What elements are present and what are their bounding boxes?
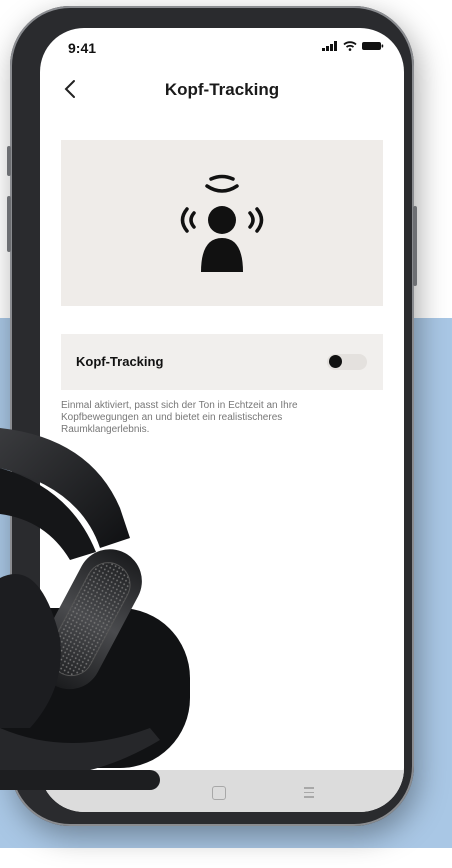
home-icon[interactable]	[212, 786, 226, 800]
toggle-knob	[329, 355, 342, 368]
setting-label: Kopf-Tracking	[76, 354, 164, 369]
mute-switch	[7, 146, 11, 176]
headphones-image	[0, 428, 190, 790]
head-tracking-icon	[180, 174, 264, 272]
signal-icon	[322, 41, 337, 51]
kopf-tracking-setting-row: Kopf-Tracking	[61, 334, 383, 390]
head-tracking-illustration	[61, 140, 383, 306]
status-time: 9:41	[68, 40, 97, 56]
wifi-icon	[343, 41, 357, 51]
volume-up-button	[7, 196, 11, 252]
status-bar: 9:41	[40, 28, 404, 64]
menu-icon[interactable]	[304, 787, 314, 801]
battery-icon	[362, 42, 384, 50]
page-title: Kopf-Tracking	[164, 80, 280, 99]
kopf-tracking-toggle[interactable]	[327, 354, 367, 370]
power-button	[413, 206, 417, 286]
status-icons	[322, 41, 384, 51]
navigation-bar: Kopf-Tracking	[40, 70, 404, 110]
